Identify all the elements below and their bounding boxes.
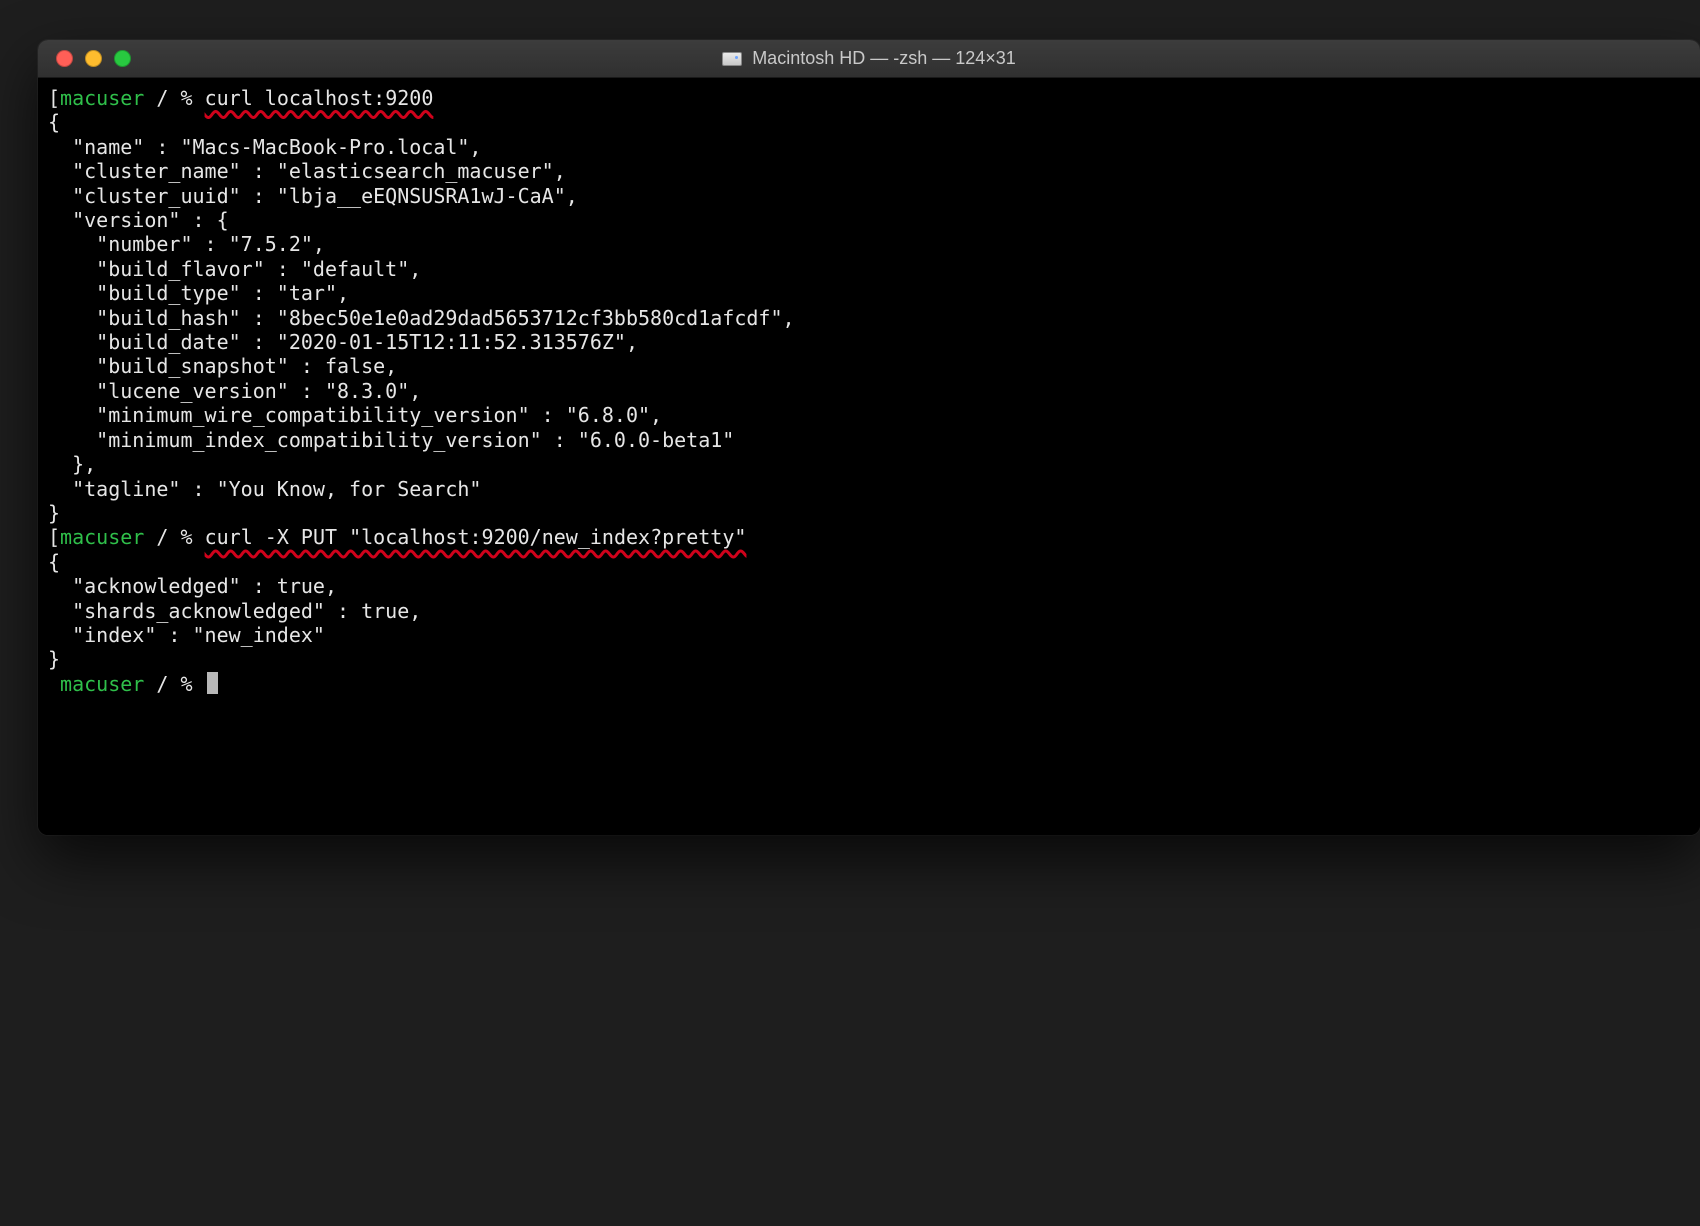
prompt-user: macuser	[60, 525, 144, 549]
output-line: "acknowledged" : true,	[48, 574, 337, 598]
output-line: "cluster_name" : "elasticsearch_macuser"…	[48, 159, 566, 183]
output-line: "build_date" : "2020-01-15T12:11:52.3135…	[48, 330, 638, 354]
prompt-path: /	[156, 86, 168, 110]
prompt-symbol: %	[180, 672, 192, 696]
prompt-bracket: [	[48, 86, 60, 110]
output-line: }	[48, 501, 60, 525]
output-line: "minimum_wire_compatibility_version" : "…	[48, 403, 662, 427]
traffic-lights	[56, 50, 131, 67]
zoom-button[interactable]	[114, 50, 131, 67]
disk-icon	[722, 52, 742, 66]
prompt-bracket: [	[48, 525, 60, 549]
output-line: {	[48, 110, 60, 134]
prompt-symbol: %	[180, 525, 192, 549]
output-line: "minimum_index_compatibility_version" : …	[48, 428, 734, 452]
output-line: }	[48, 647, 60, 671]
window-title-text: Macintosh HD — -zsh — 124×31	[752, 48, 1016, 69]
output-line: "index" : "new_index"	[48, 623, 325, 647]
close-button[interactable]	[56, 50, 73, 67]
titlebar[interactable]: Macintosh HD — -zsh — 124×31	[38, 40, 1700, 78]
output-line: "lucene_version" : "8.3.0",	[48, 379, 421, 403]
output-line: "shards_acknowledged" : true,	[48, 599, 421, 623]
output-line: "build_flavor" : "default",	[48, 257, 421, 281]
terminal-body[interactable]: [macuser / % curl localhost:9200 { "name…	[38, 78, 1700, 835]
prompt-symbol: %	[180, 86, 192, 110]
output-line: {	[48, 550, 60, 574]
output-line: "build_type" : "tar",	[48, 281, 349, 305]
command-2: curl -X PUT "localhost:9200/new_index?pr…	[205, 525, 747, 549]
prompt-path: /	[156, 672, 168, 696]
output-line: "cluster_uuid" : "lbja__eEQNSUSRA1wJ-CaA…	[48, 184, 578, 208]
output-line: },	[48, 452, 96, 476]
command-1: curl localhost:9200	[205, 86, 434, 110]
prompt-user: macuser	[60, 86, 144, 110]
terminal-window: Macintosh HD — -zsh — 124×31 [macuser / …	[38, 40, 1700, 835]
prompt-user: macuser	[60, 672, 144, 696]
minimize-button[interactable]	[85, 50, 102, 67]
prompt-path: /	[156, 525, 168, 549]
output-line: "name" : "Macs-MacBook-Pro.local",	[48, 135, 481, 159]
output-line: "build_snapshot" : false,	[48, 354, 397, 378]
output-line: "version" : {	[48, 208, 229, 232]
output-line: "build_hash" : "8bec50e1e0ad29dad5653712…	[48, 306, 795, 330]
output-line: "tagline" : "You Know, for Search"	[48, 477, 481, 501]
cursor	[207, 672, 218, 694]
output-line: "number" : "7.5.2",	[48, 232, 325, 256]
window-title: Macintosh HD — -zsh — 124×31	[38, 48, 1700, 69]
